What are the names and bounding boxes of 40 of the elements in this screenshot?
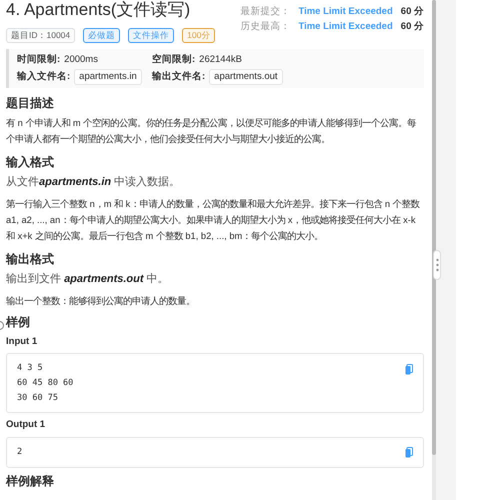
copy-icon[interactable] — [405, 364, 413, 375]
sample-label: Output 1 — [6, 418, 46, 432]
limit-value: 262144kB — [199, 52, 242, 67]
paragraph: 从文件apartments.in 中读入数据。 — [6, 174, 182, 190]
limit-value: 2000ms — [64, 52, 98, 67]
resize-handle[interactable] — [433, 250, 441, 280]
code-line: 60 45 80 60 — [17, 377, 74, 390]
paragraph: 输出到文件 apartments.out 中。 — [6, 272, 170, 287]
code-line: 30 60 75 — [17, 392, 59, 406]
limit-label: 输出文件名: — [152, 70, 206, 84]
result-label: 历史最高： — [240, 20, 290, 34]
status-link[interactable]: Time Limit Exceeded — [298, 4, 393, 19]
drag-dots-icon — [436, 258, 438, 272]
tag: 必做题 — [83, 28, 120, 43]
section-heading: 样例解释 — [6, 474, 55, 489]
status-link[interactable]: Time Limit Exceeded — [298, 19, 393, 34]
limit-label: 时间限制: — [17, 52, 60, 67]
section-heading: 题目描述 — [6, 96, 55, 111]
limit-label: 输入文件名: — [17, 70, 70, 84]
file-name: apartments.in — [74, 68, 142, 86]
paragraph: 输出一个整数：能够得到公寓的申请人的数量。 — [6, 295, 196, 308]
result-label: 最新提交： — [240, 5, 290, 19]
tag: 题目ID：10004 — [6, 28, 76, 43]
copy-icon[interactable] — [405, 447, 413, 458]
limit-label: 空间限制: — [152, 52, 196, 67]
paragraph: 有 n 个申请人和 m 个空闲的公寓。你的任务是分配公寓，以便尽可能多的申请人能够得到一个公寓。每个申请人都有一个期望的公寓大小，他们会接受任何大小与期望大小接近的公寓。 — [6, 117, 418, 146]
problem-title: 4. Apartments(文件读写) — [6, 0, 192, 20]
section-heading: 样例 — [6, 315, 31, 330]
section-heading: 输出格式 — [6, 252, 55, 267]
paragraph: 第一行输入三个整数 n，m 和 k：申请人的数量，公寓的数量和最大允许差异。接下来一行包含 n 个整数 a1, a2, ..., an：每个申请人的期望公寓大小。如果申请人的期望大小为 x，他或她将接受任何大小在 x-k 和 x+k 之间的公寓。最后一行包含 m 个整数 b1, b2, ..., bm：每个公寓的大小。 — [6, 198, 421, 243]
code-line: 4 3 5 — [17, 362, 44, 376]
sample-label: Input 1 — [6, 335, 38, 349]
section-heading: 输入格式 — [6, 155, 55, 170]
file-name: apartments.out — [209, 68, 283, 86]
score: 60 分 — [400, 5, 424, 19]
tag: 100分 — [182, 28, 216, 43]
code-line: 2 — [17, 446, 22, 458]
tag: 文件操作 — [128, 28, 174, 43]
scrollbar-thumb[interactable] — [432, 0, 436, 455]
score: 60 分 — [400, 20, 424, 34]
